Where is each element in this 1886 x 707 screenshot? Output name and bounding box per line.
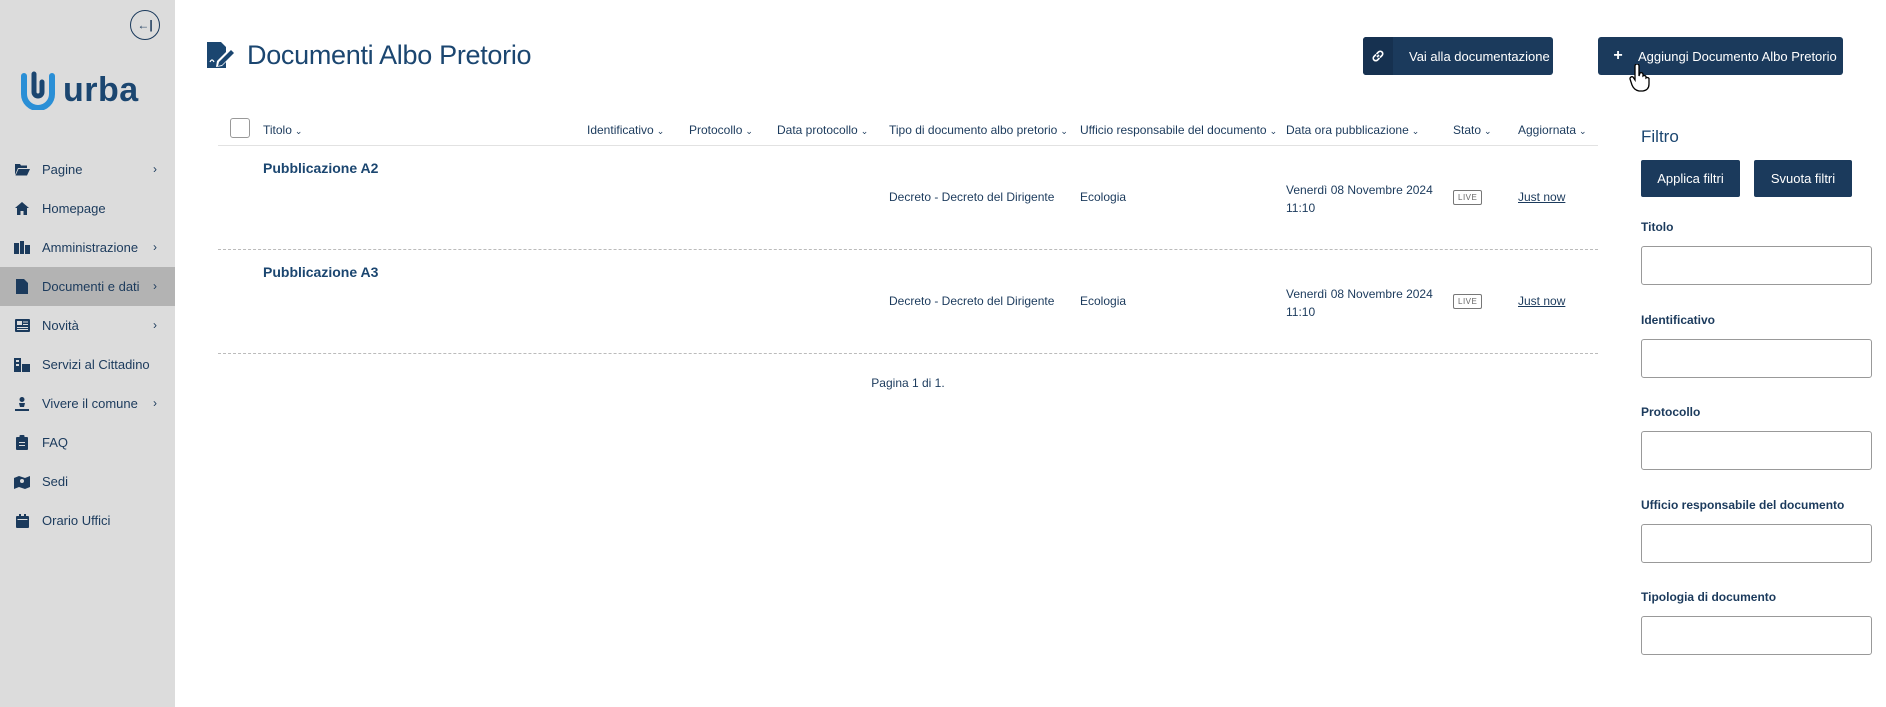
filter-label-titolo: Titolo (1641, 220, 1674, 234)
column-header-stato[interactable]: Stato ⌄ (1453, 123, 1492, 137)
column-header-data-pubblicazione[interactable]: Data ora pubblicazione ⌄ (1286, 123, 1419, 137)
sidebar-item-pagine[interactable]: Pagine › (0, 150, 175, 189)
sidebar-item-label: FAQ (42, 435, 69, 450)
city-services-icon (14, 357, 30, 373)
status-badge: LIVE (1453, 189, 1483, 205)
sidebar-item-label: Pagine (42, 162, 83, 177)
home-icon (14, 201, 30, 217)
sidebar-item-servizi-al-cittadino[interactable]: Servizi al Cittadino (0, 345, 175, 384)
row-aggiornata-link[interactable]: Just now (1518, 294, 1565, 308)
sidebar-item-label: Novità (42, 318, 79, 333)
row-data-pubblicazione: Venerdì 08 Novembre 2024 11:10 (1286, 287, 1433, 319)
documentation-button[interactable]: Vai alla documentazione (1363, 37, 1553, 75)
folder-open-icon (14, 162, 30, 178)
table-header: Titolo ⌄ Identificativo ⌄ Protocollo ⌄ Data… (218, 116, 1598, 146)
sidebar-item-label: Orario Uffici (42, 513, 111, 528)
chevron-down-icon: ⌄ (745, 126, 753, 136)
filter-label-protocollo: Protocollo (1641, 405, 1701, 419)
sidebar-item-faq[interactable]: FAQ (0, 423, 175, 462)
filter-input-protocollo[interactable] (1641, 431, 1872, 470)
map-icon (14, 474, 30, 490)
row-ufficio: Ecologia (1080, 294, 1127, 308)
column-header-titolo[interactable]: Titolo ⌄ (263, 123, 302, 137)
logo-text: urba (63, 70, 139, 109)
chevron-down-icon: ⌄ (1411, 126, 1420, 136)
chevron-right-icon: › (153, 318, 157, 332)
row-tipo: Decreto - Decreto del Dirigente (889, 294, 1055, 308)
calendar-icon (14, 513, 30, 529)
chevron-down-icon: ⌄ (1060, 126, 1068, 136)
sidebar-item-vivere-il-comune[interactable]: Vivere il comune › (0, 384, 175, 423)
chevron-right-icon: › (153, 279, 157, 293)
filter-label-tipologia: Tipologia di documento (1641, 590, 1777, 604)
chevron-down-icon: ⌄ (294, 126, 303, 136)
clear-filters-button[interactable]: Svuota filtri (1754, 160, 1852, 197)
chevron-down-icon: ⌄ (860, 126, 869, 136)
documentation-button-label: Vai alla documentazione (1409, 48, 1550, 64)
documents-table: Titolo ⌄ Identificativo ⌄ Protocollo ⌄ Data… (218, 116, 1598, 390)
hand-pointer-cursor-icon (1629, 64, 1650, 92)
filter-input-ufficio[interactable] (1641, 524, 1872, 563)
sidebar-item-label: Sedi (42, 474, 69, 489)
filter-title: Filtro (1641, 127, 1679, 146)
chevron-down-icon: ⌄ (1579, 126, 1587, 136)
pagination-text: Pagina 1 di 1. (871, 376, 945, 390)
page-title: Documenti Albo Pretorio (247, 40, 532, 70)
filter-label-ufficio: Ufficio responsabile del documento (1641, 498, 1845, 512)
sidebar-item-amministrazione[interactable]: Amministrazione › (0, 228, 175, 267)
sidebar-item-label: Amministrazione (42, 240, 139, 255)
sidebar-item-sedi[interactable]: Sedi (0, 462, 175, 501)
sidebar-item-label: Vivere il comune (42, 396, 138, 411)
column-header-protocollo[interactable]: Protocollo ⌄ (689, 123, 753, 137)
column-header-identificativo[interactable]: Identificativo ⌄ (587, 123, 664, 137)
row-title-link[interactable]: Pubblicazione A3 (263, 264, 378, 280)
file-icon (14, 279, 30, 295)
sidebar-item-novita[interactable]: Novità › (0, 306, 175, 345)
apply-filters-button[interactable]: Applica filtri (1641, 160, 1740, 197)
table-row: Pubblicazione A3 Decreto - Decreto del D… (218, 250, 1598, 354)
sidebar-item-label: Homepage (42, 201, 106, 216)
collapse-sidebar-button[interactable]: ←| (130, 10, 160, 40)
row-ufficio: Ecologia (1080, 190, 1127, 204)
column-header-data-protocollo[interactable]: Data protocollo ⌄ (777, 123, 868, 137)
buildings-icon (14, 240, 30, 256)
link-icon (1363, 37, 1393, 75)
logo: urba (18, 70, 139, 110)
column-header-tipo-documento[interactable]: Tipo di documento albo pretorio ⌄ (889, 123, 1068, 137)
newspaper-icon (14, 318, 30, 334)
row-data-pubblicazione: Venerdì 08 Novembre 2024 11:10 (1286, 183, 1433, 215)
chevron-down-icon: ⌄ (656, 126, 665, 136)
filter-input-tipologia[interactable] (1641, 616, 1872, 655)
chevron-down-icon: ⌄ (1484, 126, 1492, 136)
row-tipo: Decreto - Decreto del Dirigente (889, 190, 1055, 204)
file-signature-icon (207, 42, 234, 68)
filter-input-titolo[interactable] (1641, 246, 1872, 285)
row-title-link[interactable]: Pubblicazione A2 (263, 160, 378, 176)
chevron-right-icon: › (153, 162, 157, 176)
sidebar-item-orario-uffici[interactable]: Orario Uffici (0, 501, 175, 540)
chevron-down-icon: ⌄ (1269, 126, 1278, 136)
person-icon (14, 396, 30, 412)
sidebar-item-documenti-e-dati[interactable]: Documenti e dati › (0, 267, 175, 306)
clipboard-icon (14, 435, 30, 451)
column-header-aggiornata[interactable]: Aggiornata ⌄ (1518, 123, 1587, 137)
sidebar-item-homepage[interactable]: Homepage (0, 189, 175, 228)
status-badge: LIVE (1453, 293, 1483, 309)
column-header-ufficio-responsabile[interactable]: Ufficio responsabile del documento ⌄ (1080, 123, 1277, 137)
filter-label-identificativo: Identificativo (1641, 313, 1716, 327)
select-all-checkbox[interactable] (230, 118, 250, 138)
chevron-right-icon: › (153, 240, 157, 254)
add-document-button-label: Aggiungi Documento Albo Pretorio (1638, 48, 1837, 64)
sidebar-item-label: Servizi al Cittadino (42, 357, 150, 372)
table-row: Pubblicazione A2 Decreto - Decreto del D… (218, 146, 1598, 250)
chevron-right-icon: › (153, 396, 157, 410)
row-aggiornata-link[interactable]: Just now (1518, 190, 1565, 204)
sidebar: ←| urba Pagine › Homepage Amministrazion… (0, 0, 175, 707)
urba-logo-icon (21, 71, 55, 110)
sidebar-item-label: Documenti e dati (42, 279, 140, 294)
filter-input-identificativo[interactable] (1641, 339, 1872, 378)
sidebar-nav: Pagine › Homepage Amministrazione › Docu… (0, 150, 175, 540)
